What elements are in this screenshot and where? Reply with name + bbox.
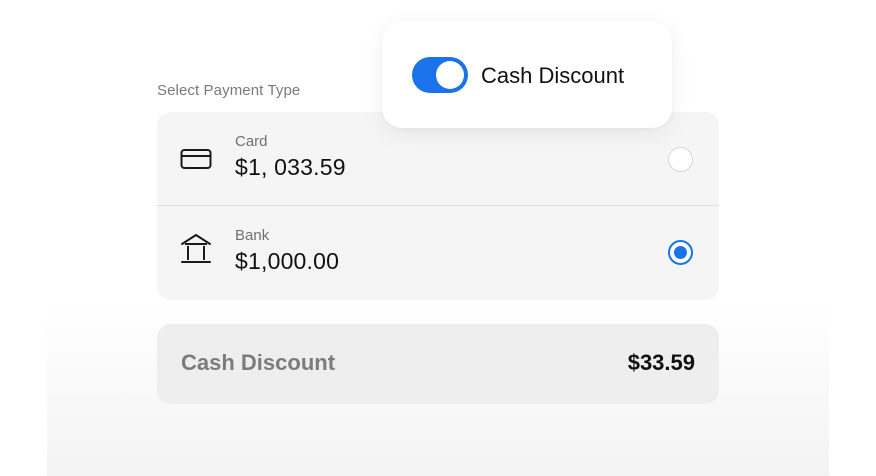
payment-option-label: Bank (235, 227, 270, 244)
radio-selected-dot (674, 246, 687, 259)
summary-label: Cash Discount (181, 350, 336, 375)
payment-option-label: Card (235, 133, 268, 150)
bank-icon (181, 234, 211, 263)
payment-option-amount: $1,000.00 (235, 248, 340, 274)
cash-discount-toggle[interactable] (412, 57, 468, 93)
payment-option-bank[interactable]: Bank $1,000.00 (157, 206, 719, 299)
payment-options-card: Card $1, 033.59 Bank $1,000.00 (157, 112, 719, 300)
cash-discount-toggle-card: Cash Discount (382, 21, 672, 128)
bank-radio-button[interactable] (668, 240, 693, 265)
section-label: Select Payment Type (157, 82, 301, 99)
toggle-label: Cash Discount (481, 63, 625, 88)
cash-discount-summary: Cash Discount $33.59 (157, 324, 719, 404)
payment-option-amount: $1, 033.59 (235, 154, 346, 180)
summary-value: $33.59 (627, 350, 695, 375)
card-radio-button[interactable] (668, 147, 693, 172)
credit-card-icon (180, 149, 212, 169)
toggle-knob (436, 61, 464, 89)
